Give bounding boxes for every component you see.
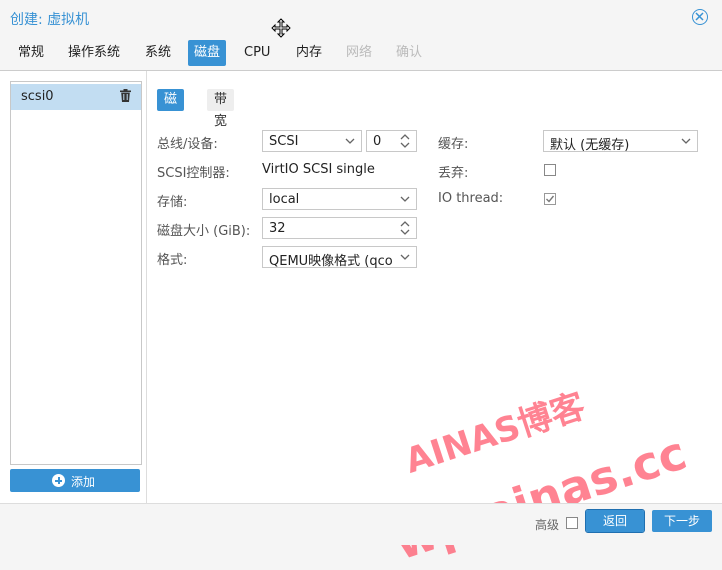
- bus-value: SCSI: [269, 134, 299, 149]
- format-select[interactable]: QEMU映像格式 (qco: [262, 246, 417, 269]
- device-value: 0: [373, 134, 382, 149]
- cache-value: 默认 (无缓存): [550, 138, 630, 153]
- plus-circle-icon: [52, 474, 65, 487]
- chevron-down-icon: [400, 254, 410, 260]
- storage-select[interactable]: local: [262, 188, 417, 210]
- window-titlebar: 创建: 虚拟机: [0, 0, 722, 38]
- format-label: 格式:: [157, 253, 188, 268]
- tab-disk[interactable]: 磁盘: [188, 40, 227, 66]
- bus-select[interactable]: SCSI: [262, 130, 362, 152]
- window-title: 创建: 虚拟机: [10, 12, 90, 28]
- add-disk-button[interactable]: 添加: [10, 469, 140, 492]
- bus-label: 总线/设备:: [157, 137, 218, 152]
- wizard-tabs: 常规 操作系统 系统 磁盘 CPU 内存 网络 确认: [0, 40, 722, 66]
- subtab-disk[interactable]: 磁盘: [157, 89, 185, 129]
- format-value: QEMU映像格式 (qco: [269, 254, 393, 269]
- controller-value: VirtIO SCSI single: [262, 162, 375, 177]
- size-value: 32: [269, 221, 286, 236]
- chevron-down-icon: [681, 138, 691, 144]
- tab-confirm: 确认: [396, 45, 423, 60]
- content-panel: scsi0 添加 磁盘 带宽 总线/设备: SCSI 0 SCSI控制器: Vi…: [0, 70, 722, 570]
- subtab-bandwidth[interactable]: 带宽: [207, 89, 235, 129]
- tab-network: 网络: [346, 45, 373, 60]
- tab-cpu[interactable]: CPU: [244, 40, 270, 66]
- iothread-checkbox[interactable]: [544, 193, 556, 205]
- move-cursor-icon: [271, 18, 291, 42]
- tab-general[interactable]: 常规: [18, 40, 44, 66]
- controller-label: SCSI控制器:: [157, 166, 230, 181]
- advanced-label: 高级: [535, 518, 560, 532]
- back-button[interactable]: 返回: [585, 509, 645, 533]
- discard-label: 丢弃:: [438, 166, 469, 181]
- discard-checkbox[interactable]: [544, 164, 556, 176]
- size-stepper[interactable]: 32: [262, 217, 417, 239]
- device-stepper[interactable]: 0: [366, 130, 417, 152]
- iothread-label: IO thread:: [438, 191, 504, 206]
- advanced-checkbox[interactable]: [566, 517, 578, 529]
- size-label: 磁盘大小 (GiB):: [157, 224, 251, 239]
- dialog-footer: 高级 返回 下一步: [0, 503, 722, 545]
- chevron-down-icon: [400, 196, 410, 202]
- spinner-icon[interactable]: [400, 220, 410, 236]
- close-icon[interactable]: [692, 9, 708, 25]
- storage-value: local: [269, 192, 300, 207]
- storage-label: 存储:: [157, 195, 188, 210]
- tab-memory[interactable]: 内存: [296, 40, 322, 66]
- cache-label: 缓存:: [438, 137, 469, 152]
- disk-list: scsi0: [10, 81, 142, 465]
- list-item[interactable]: scsi0: [11, 84, 141, 110]
- trash-icon[interactable]: [120, 89, 131, 106]
- checkmark-icon: [546, 195, 555, 203]
- next-button[interactable]: 下一步: [652, 510, 712, 532]
- cache-select[interactable]: 默认 (无缓存): [543, 130, 698, 153]
- disk-item-label: scsi0: [21, 89, 54, 104]
- tab-os[interactable]: 操作系统: [68, 40, 120, 66]
- add-disk-label: 添加: [71, 475, 96, 489]
- spinner-icon[interactable]: [400, 133, 410, 149]
- tab-system[interactable]: 系统: [145, 40, 171, 66]
- chevron-down-icon: [345, 138, 355, 144]
